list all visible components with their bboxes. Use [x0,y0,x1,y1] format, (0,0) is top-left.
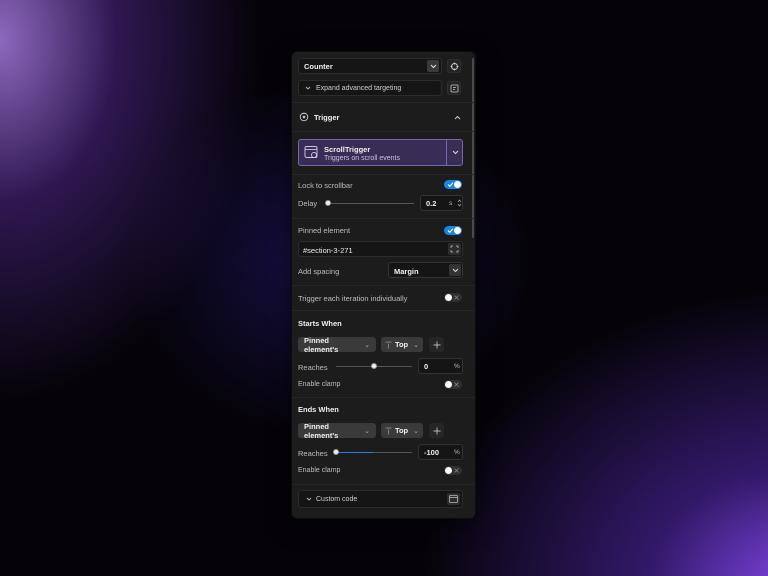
close-icon [454,295,459,300]
chevron-down-icon [427,60,439,72]
target-select[interactable]: Counter [298,58,442,74]
expand-advanced-targeting[interactable]: Expand advanced targeting [298,80,442,96]
trigger-type-name: ScrollTrigger [324,145,371,154]
chevron-down-icon [305,86,311,90]
delay-input[interactable]: 0.2 s [420,195,463,211]
ends-clamp-label: Enable clamp [298,467,341,474]
expand-advanced-targeting-label: Expand advanced targeting [316,84,402,92]
trigger-each-iteration-toggle[interactable] [444,293,462,302]
close-icon [454,382,459,387]
pinned-element-label: Pinned element [298,226,351,235]
lock-to-scrollbar-label: Lock to scrollbar [298,181,353,190]
chevron-down-icon [306,497,312,501]
add-spacing-value: Margin [394,266,419,276]
ends-position-value: Top [394,426,409,435]
starts-position-value: Top [394,340,409,349]
trigger-icon [299,112,309,122]
add-spacing-select[interactable]: Margin [388,262,463,278]
custom-code-label: Custom code [316,495,358,503]
starts-position-select[interactable]: Top ⌄ [381,337,423,352]
custom-code-toggle[interactable]: Custom code [298,490,463,508]
starts-reaches-label: Reaches [298,363,328,372]
plus-icon [433,341,440,348]
trigger-section-header[interactable]: Trigger [292,103,475,131]
selector-icon [450,245,459,253]
plus-icon [433,427,440,434]
chevron-down-icon: ⌄ [413,427,419,435]
chevron-up-icon [454,115,461,120]
trigger-section-title: Trigger [314,113,340,122]
starts-slider-knob[interactable] [371,363,377,369]
ends-add-button[interactable] [429,423,444,438]
ends-when-title: Ends When [298,405,339,414]
target-picker-button[interactable] [447,59,461,73]
element-picker-button[interactable] [448,243,461,255]
starts-clamp-label: Enable clamp [298,381,341,388]
trigger-each-iteration-label: Trigger each iteration individually [298,294,408,303]
target-list-button[interactable] [447,81,461,95]
align-top-icon [385,427,392,434]
chevron-down-icon: ⌄ [413,341,419,349]
ends-element-select[interactable]: Pinned element's ⌄ [298,421,376,440]
chevron-down-icon [449,264,461,276]
delay-unit: s [449,199,453,207]
starts-element-select[interactable]: Pinned element's ⌄ [298,335,376,354]
pinned-element-value: #section-3-271 [303,245,353,255]
ends-element-value: Pinned element's [304,421,339,440]
ends-reaches-input[interactable]: -100 % [418,444,463,460]
starts-when-title: Starts When [298,319,342,328]
delay-label: Delay [298,199,318,208]
ends-reaches-label: Reaches [298,449,328,458]
code-window-icon [449,495,458,503]
starts-clamp-toggle[interactable] [444,380,462,389]
ends-position-select[interactable]: Top ⌄ [381,423,423,438]
scroll-trigger-icon [304,146,318,158]
code-editor-button[interactable] [447,493,460,505]
crosshair-icon [450,62,458,70]
close-icon [454,468,459,473]
ends-clamp-toggle[interactable] [444,466,462,475]
starts-unit: % [454,362,460,370]
delay-input-value: 0.2 [426,198,437,208]
panel-scrollbar[interactable] [472,58,474,238]
delay-slider-knob[interactable] [325,200,331,206]
delay-slider-track[interactable] [328,203,414,204]
interaction-panel: Counter Expand advanced targeting Trigge… [292,52,475,518]
lock-to-scrollbar-toggle[interactable] [444,180,462,189]
ends-slider-knob[interactable] [333,449,339,455]
stepper-icon[interactable] [457,198,462,208]
trigger-type-description: Triggers on scroll events [324,155,400,162]
pinned-element-input[interactable]: #section-3-271 [298,241,463,257]
starts-reaches-value: 0 [424,361,429,371]
ends-unit: % [454,448,460,456]
chevron-down-icon [452,150,459,155]
ends-slider-fill [336,452,373,453]
starts-element-value: Pinned element's [304,335,339,354]
align-top-icon [385,341,392,348]
list-target-icon [450,84,458,92]
trigger-type-select[interactable]: ScrollTrigger Triggers on scroll events [298,139,463,166]
ends-reaches-value: -100 [424,447,440,457]
chevron-down-icon: ⌄ [364,341,370,349]
chevron-down-icon: ⌄ [364,427,370,435]
pinned-element-toggle[interactable] [444,226,462,235]
starts-add-button[interactable] [429,337,444,352]
add-spacing-label: Add spacing [298,267,340,276]
target-select-value: Counter [304,62,333,71]
starts-reaches-input[interactable]: 0 % [418,358,463,374]
